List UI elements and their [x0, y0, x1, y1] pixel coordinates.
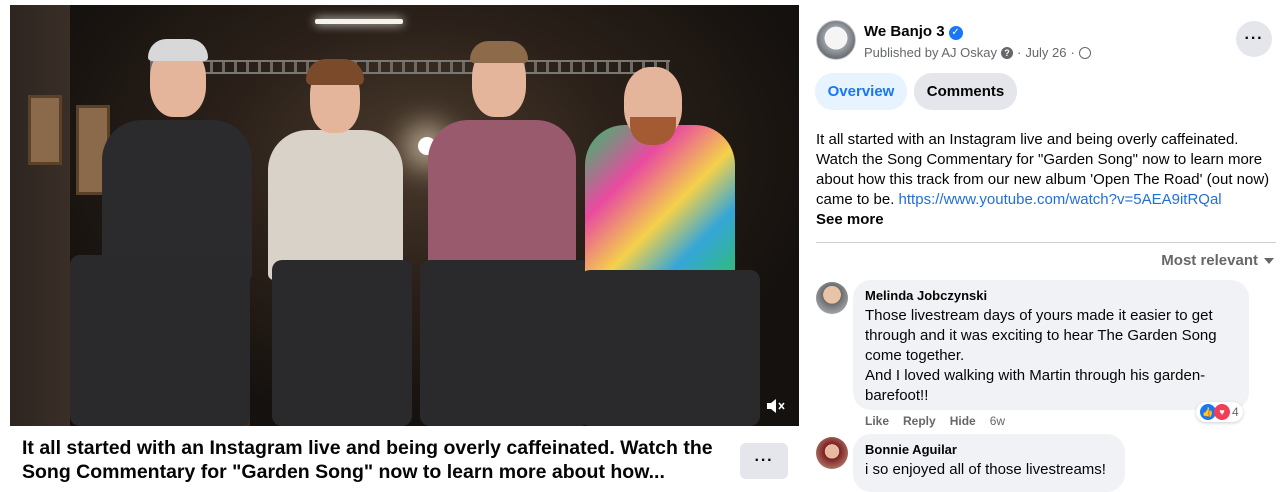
stage-truss — [150, 60, 670, 74]
sort-label[interactable]: Most relevant — [1161, 252, 1258, 269]
globe-icon — [1078, 46, 1091, 59]
see-more-button[interactable]: See more — [816, 211, 884, 228]
hide-button[interactable]: Hide — [950, 414, 976, 428]
sort-dropdown[interactable]: Most relevant — [1161, 252, 1274, 269]
description-link[interactable]: https://www.youtube.com/watch?v=5AEA9itR… — [899, 191, 1222, 208]
person-hair — [470, 41, 528, 63]
comment-text: And I loved walking with Martin through … — [865, 367, 1206, 404]
tab-comments[interactable]: Comments — [914, 73, 1017, 110]
reaction-count: 4 — [1232, 405, 1239, 419]
person-hair — [306, 59, 364, 85]
person-torso — [428, 120, 576, 280]
comment-actions: Like Reply Hide 6w — [865, 414, 1005, 428]
video-player[interactable] — [10, 5, 799, 426]
page-name-link[interactable]: We Banjo 3 ✓ — [864, 23, 963, 40]
person-legs — [580, 270, 760, 426]
person-legs — [272, 260, 412, 426]
verified-icon: ✓ — [948, 26, 963, 40]
video-wall — [10, 5, 70, 426]
meta-separator: · — [1070, 45, 1075, 60]
ceiling-light — [315, 19, 403, 24]
page-avatar[interactable] — [816, 20, 856, 60]
love-reaction-icon: ♥ — [1214, 404, 1230, 420]
person-torso — [585, 125, 735, 285]
post-meta: Published by AJ Oskay ? · July 26 · — [864, 45, 1091, 60]
divider — [816, 242, 1276, 243]
published-by[interactable]: Published by AJ Oskay — [864, 45, 997, 60]
comment-author[interactable]: Melinda Jobczynski — [865, 288, 1237, 304]
avatar[interactable] — [816, 437, 848, 469]
reaction-summary[interactable]: 👍 ♥ 4 — [1196, 402, 1243, 422]
person-hair — [148, 39, 208, 61]
meta-separator: · — [1016, 45, 1022, 60]
tab-overview[interactable]: Overview — [815, 73, 907, 110]
chevron-down-icon — [1264, 257, 1274, 264]
comment-author[interactable]: Bonnie Aguilar — [865, 442, 1113, 458]
person-legs — [420, 260, 590, 426]
post-description: It all started with an Instagram live an… — [816, 130, 1276, 210]
post-more-button[interactable]: ··· — [1236, 21, 1272, 57]
mute-icon[interactable] — [765, 398, 785, 414]
person-torso — [268, 130, 403, 280]
caption-more-button[interactable]: ··· — [740, 443, 788, 479]
video-panel: It all started with an Instagram live an… — [0, 0, 800, 492]
person-legs — [70, 255, 250, 426]
comment-bubble: Bonnie Aguilar i so enjoyed all of those… — [853, 434, 1125, 492]
wall-poster — [28, 95, 62, 165]
video-caption: It all started with an Instagram live an… — [22, 437, 713, 483]
help-icon[interactable]: ? — [1000, 46, 1013, 59]
page-name[interactable]: We Banjo 3 — [864, 23, 945, 40]
reply-button[interactable]: Reply — [903, 414, 936, 428]
comment-text: i so enjoyed all of those livestreams! — [865, 461, 1106, 478]
comment-bubble: Melinda Jobczynski Those livestream days… — [853, 280, 1249, 410]
comment-text: Those livestream days of yours made it e… — [865, 307, 1217, 364]
avatar[interactable] — [816, 282, 848, 314]
post-date[interactable]: July 26 — [1025, 45, 1066, 60]
like-button[interactable]: Like — [865, 414, 889, 428]
comment-time[interactable]: 6w — [990, 414, 1005, 428]
